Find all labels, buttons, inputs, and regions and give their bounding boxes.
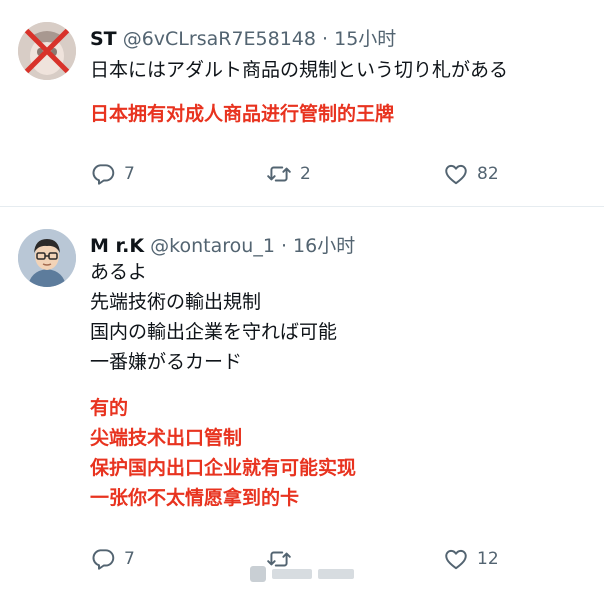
separator: · <box>280 235 287 257</box>
watermark-bar <box>318 569 354 579</box>
like-button[interactable]: 12 <box>443 544 499 574</box>
tweet-text-line: 日本にはアダルト商品の規制という切り札がある <box>90 59 509 81</box>
user-handle[interactable]: @6vCLrsaR7E58148 <box>123 28 316 50</box>
watermark <box>250 563 358 585</box>
tweet-text-line: あるよ <box>90 261 148 283</box>
timestamp[interactable]: 16小时 <box>293 235 355 257</box>
retweet-icon <box>267 166 291 182</box>
reply-icon <box>92 164 115 185</box>
translation-text: 日本拥有对成人商品进行管制的王牌 <box>90 99 394 129</box>
tweet-actions: 7 2 82 <box>90 159 550 189</box>
retweet-count: 2 <box>300 164 311 184</box>
tweet-text-line: 一番嫌がるカード <box>90 351 243 373</box>
like-count: 82 <box>477 164 499 184</box>
display-name[interactable]: M r.K <box>90 235 144 257</box>
tweet-text-line: 先端技術の輸出規制 <box>90 291 262 313</box>
watermark-logo <box>250 566 266 582</box>
reply-button[interactable]: 7 <box>90 159 135 189</box>
like-button[interactable]: 82 <box>443 159 499 189</box>
translation-line: 一张你不太情愿拿到的卡 <box>90 487 300 509</box>
retweet-button[interactable]: 2 <box>266 159 311 189</box>
avatar-image <box>18 229 76 287</box>
translation-line: 有的 <box>90 397 129 419</box>
separator: · <box>322 28 329 50</box>
tweet-text: あるよ 先端技術の輸出規制 国内の輸出企業を守れば可能 一番嫌がるカード <box>90 257 337 377</box>
tweet[interactable]: ST @6vCLrsaR7E58148 · 15小时 日本にはアダルト商品の規制… <box>0 0 604 206</box>
translation-line: 尖端技术出口管制 <box>90 427 243 449</box>
tweet-header: ST @6vCLrsaR7E58148 · 15小时 <box>90 24 396 51</box>
tweet-header: M r.K @kontarou_1 · 16小时 <box>90 231 355 258</box>
reply-button[interactable]: 7 <box>90 544 135 574</box>
reply-count: 7 <box>124 164 135 184</box>
avatar[interactable] <box>18 229 76 287</box>
avatar[interactable] <box>18 22 76 80</box>
tweet-text: 日本にはアダルト商品の規制という切り札がある <box>90 55 508 85</box>
watermark-bar <box>272 569 312 579</box>
display-name[interactable]: ST <box>90 28 117 50</box>
like-icon <box>445 549 467 570</box>
tweet-text-line: 国内の輸出企業を守れば可能 <box>90 321 338 343</box>
reply-count: 7 <box>124 549 135 569</box>
reply-icon <box>92 549 115 570</box>
translation-text: 有的 尖端技术出口管制 保护国内出口企业就有可能实现 一张你不太情愿拿到的卡 <box>90 393 356 513</box>
avatar-image <box>18 22 76 80</box>
timestamp[interactable]: 15小时 <box>334 28 396 50</box>
user-handle[interactable]: @kontarou_1 <box>150 235 275 257</box>
tweet[interactable]: M r.K @kontarou_1 · 16小时 あるよ 先端技術の輸出規制 国… <box>0 207 604 591</box>
like-icon <box>445 164 467 185</box>
like-count: 12 <box>477 549 499 569</box>
translation-line: 日本拥有对成人商品进行管制的王牌 <box>90 103 395 125</box>
translation-line: 保护国内出口企业就有可能实现 <box>90 457 357 479</box>
